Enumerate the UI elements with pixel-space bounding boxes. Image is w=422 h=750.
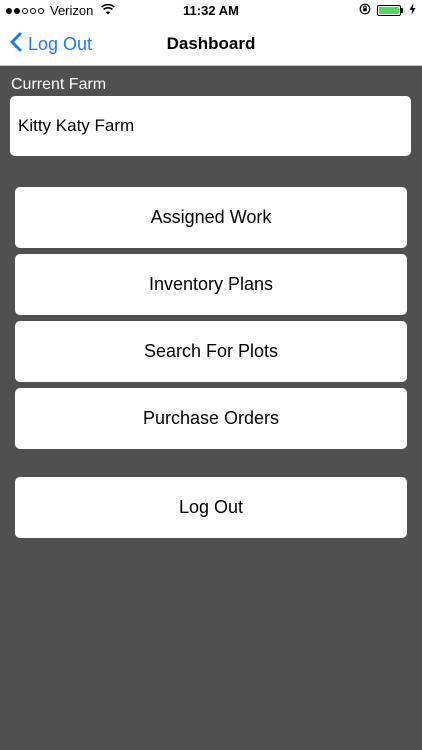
battery-icon [377,5,401,16]
charging-bolt-icon [409,3,416,18]
search-for-plots-label: Search For Plots [143,341,279,361]
assigned-work-button[interactable]: Assigned Work [15,187,407,248]
status-right [359,3,416,18]
inventory-plans-label: Inventory Plans [148,274,274,294]
current-farm-label: Current Farm [11,76,107,93]
assigned-work-label: Assigned Work [150,207,272,227]
search-for-plots-button[interactable]: Search For Plots [15,321,407,382]
chevron-left-icon [10,32,22,57]
purchase-orders-label: Purchase Orders [142,408,280,428]
navigation-bar: Log Out Dashboard [0,22,422,66]
log-out-label: Log Out [178,497,244,517]
inventory-plans-button[interactable]: Inventory Plans [15,254,407,315]
status-bar: Verizon 11:32 AM [0,0,422,22]
log-out-button[interactable]: Log Out [15,477,407,538]
current-farm-field[interactable]: Kitty Katy Farm [10,96,411,156]
rotation-lock-icon [359,3,371,18]
purchase-orders-button[interactable]: Purchase Orders [15,388,407,449]
current-farm-value: Kitty Katy Farm [18,116,135,135]
back-button-label: Log Out [28,33,93,54]
back-log-out-button[interactable]: Log Out [10,22,92,66]
